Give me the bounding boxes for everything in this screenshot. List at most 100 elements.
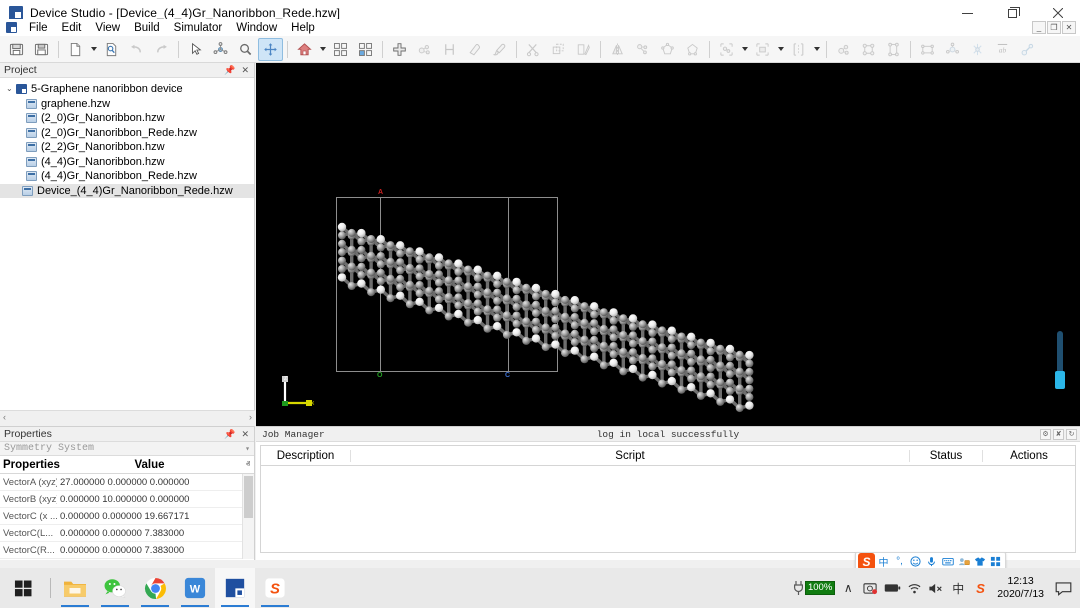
taskbar-clock[interactable]: 12:13 2020/7/13 — [991, 575, 1050, 601]
emoji-picker-icon[interactable] — [908, 554, 923, 569]
tree-item-graphene[interactable]: graphene.hzw — [0, 97, 254, 112]
cluster-button[interactable] — [831, 38, 856, 61]
table-row[interactable]: VectorC(R... 0.000000 0.000000 7.383000 — [0, 542, 254, 559]
punctuation-mode-icon[interactable]: °, — [892, 554, 907, 569]
column-script[interactable]: Script — [351, 450, 910, 462]
open-project-button[interactable] — [4, 38, 29, 61]
soft-keyboard-icon[interactable] — [940, 554, 955, 569]
bond-network-button[interactable] — [965, 38, 990, 61]
volume-muted-icon[interactable] — [925, 568, 947, 608]
pan-tool-button[interactable] — [258, 38, 283, 61]
tree-item-4-4-nanoribbon[interactable]: (4_4)Gr_Nanoribbon.hzw — [0, 155, 254, 170]
crystal-button[interactable] — [856, 38, 881, 61]
depth-slider[interactable] — [1057, 331, 1063, 389]
taskbar-file-explorer[interactable] — [55, 568, 95, 608]
taskbar-sogou-input[interactable]: S — [255, 568, 295, 608]
column-actions[interactable]: Actions — [983, 450, 1075, 462]
language-mode-icon[interactable]: 中 — [876, 554, 891, 569]
save-project-button[interactable] — [29, 38, 54, 61]
zoom-tool-button[interactable] — [233, 38, 258, 61]
structure-viewport[interactable]: A O C Z X — [256, 63, 1080, 426]
device-region-dropdown-arrow[interactable] — [811, 38, 822, 61]
taskbar-wps-office[interactable]: W — [175, 568, 215, 608]
menu-simulator[interactable]: Simulator — [167, 21, 230, 35]
polygon-alt-button[interactable] — [680, 38, 705, 61]
symmetrize-button[interactable] — [630, 38, 655, 61]
pin-icon[interactable]: 📌 — [224, 65, 235, 76]
refresh-icon[interactable]: ↻ — [1066, 429, 1077, 440]
supercell-button[interactable] — [714, 38, 739, 61]
user-account-icon[interactable] — [956, 554, 971, 569]
menu-help[interactable]: Help — [284, 21, 322, 35]
menu-view[interactable]: View — [88, 21, 127, 35]
expand-chevron-icon[interactable]: ⌄ — [6, 85, 16, 93]
battery-tray-icon[interactable] — [881, 568, 903, 608]
table-row[interactable]: VectorC (x ... 0.000000 0.000000 19.6671… — [0, 508, 254, 525]
rotate-tool-button[interactable] — [208, 38, 233, 61]
skin-center-icon[interactable] — [972, 554, 987, 569]
tree-item-2-0-nanoribbon-rede[interactable]: (2_0)Gr_Nanoribbon_Rede.hzw — [0, 126, 254, 141]
symmetry-system-selector[interactable]: Symmetry System ▾ — [0, 442, 254, 456]
tree-item-device-4-4-nanoribbon-rede[interactable]: Device_(4_4)Gr_Nanoribbon_Rede.hzw — [0, 184, 254, 199]
tree-item-2-0-nanoribbon[interactable]: (2_0)Gr_Nanoribbon.hzw — [0, 111, 254, 126]
table-row[interactable]: VectorC(L... 0.000000 0.000000 7.383000 — [0, 525, 254, 542]
properties-vertical-scrollbar[interactable]: ⱟ — [242, 474, 254, 559]
view-grid-4-button[interactable] — [328, 38, 353, 61]
depth-slider-handle[interactable] — [1055, 371, 1065, 389]
nanotube-button[interactable] — [881, 38, 906, 61]
scrollbar-thumb[interactable] — [244, 476, 253, 518]
view-grid-quad-button[interactable] — [353, 38, 378, 61]
undo-button[interactable] — [124, 38, 149, 61]
menu-file[interactable]: File — [22, 21, 55, 35]
build-cell-button[interactable] — [546, 38, 571, 61]
sogou-tray-icon[interactable]: S — [969, 568, 991, 608]
redo-button[interactable] — [149, 38, 174, 61]
mdi-close-button[interactable]: ✕ — [1062, 21, 1076, 34]
eraser-button[interactable] — [462, 38, 487, 61]
tree-item-4-4-nanoribbon-rede[interactable]: (4_4)Gr_Nanoribbon_Rede.hzw — [0, 169, 254, 184]
mirror-button[interactable] — [605, 38, 630, 61]
home-view-button[interactable] — [292, 38, 317, 61]
new-file-dropdown-arrow[interactable] — [88, 38, 99, 61]
tree-root-node[interactable]: ⌄ 5-Graphene nanoribbon device — [0, 82, 254, 97]
edit-lattice-button[interactable] — [571, 38, 596, 61]
brush-button[interactable] — [487, 38, 512, 61]
chevron-down-icon[interactable]: ▾ — [245, 444, 254, 454]
link-button[interactable] — [1015, 38, 1040, 61]
speech-bubble-icon[interactable] — [1050, 568, 1076, 608]
atom-sphere-button[interactable] — [940, 38, 965, 61]
slab-dropdown-arrow[interactable] — [775, 38, 786, 61]
menu-edit[interactable]: Edit — [55, 21, 89, 35]
windows-start-icon[interactable] — [0, 568, 46, 608]
gear-icon[interactable]: ⚙ — [1040, 429, 1051, 440]
battery-indicator[interactable]: 100% — [792, 580, 835, 596]
mdi-restore-button[interactable]: ❐ — [1047, 21, 1061, 34]
cut-bond-button[interactable] — [521, 38, 546, 61]
scroll-left-arrow-icon[interactable]: ‹ — [3, 412, 6, 422]
table-row[interactable]: VectorB (xyz) 0.000000 10.000000 0.00000… — [0, 491, 254, 508]
column-status[interactable]: Status — [910, 450, 983, 462]
mdi-minimize-button[interactable]: _ — [1032, 21, 1046, 34]
scroll-up-arrow-icon[interactable]: ⱏ — [242, 459, 254, 470]
add-atom-button[interactable] — [387, 38, 412, 61]
device-region-button[interactable] — [786, 38, 811, 61]
supercell-dropdown-arrow[interactable] — [739, 38, 750, 61]
column-description[interactable]: Description — [261, 450, 351, 462]
add-molecule-button[interactable] — [412, 38, 437, 61]
bounding-box-button[interactable] — [915, 38, 940, 61]
new-file-button[interactable] — [63, 38, 88, 61]
scroll-right-arrow-icon[interactable]: › — [249, 412, 252, 422]
home-view-dropdown-arrow[interactable] — [317, 38, 328, 61]
select-tool-button[interactable] — [183, 38, 208, 61]
voice-input-icon[interactable] — [924, 554, 939, 569]
tree-item-2-2-nanoribbon[interactable]: (2_2)Gr_Nanoribbon.hzw — [0, 140, 254, 155]
menu-window[interactable]: Window — [229, 21, 284, 35]
taskbar-device-studio[interactable] — [215, 568, 255, 608]
project-horizontal-scrollbar[interactable]: ‹ › — [0, 410, 255, 423]
pin-icon[interactable]: 📌 — [224, 429, 235, 440]
taskbar-google-chrome[interactable] — [135, 568, 175, 608]
measure-distance-button[interactable] — [437, 38, 462, 61]
slab-button[interactable] — [750, 38, 775, 61]
table-row[interactable]: VectorA (xyz) 27.000000 0.000000 0.00000… — [0, 474, 254, 491]
tray-overflow-caret-icon[interactable]: ∧ — [837, 568, 859, 608]
